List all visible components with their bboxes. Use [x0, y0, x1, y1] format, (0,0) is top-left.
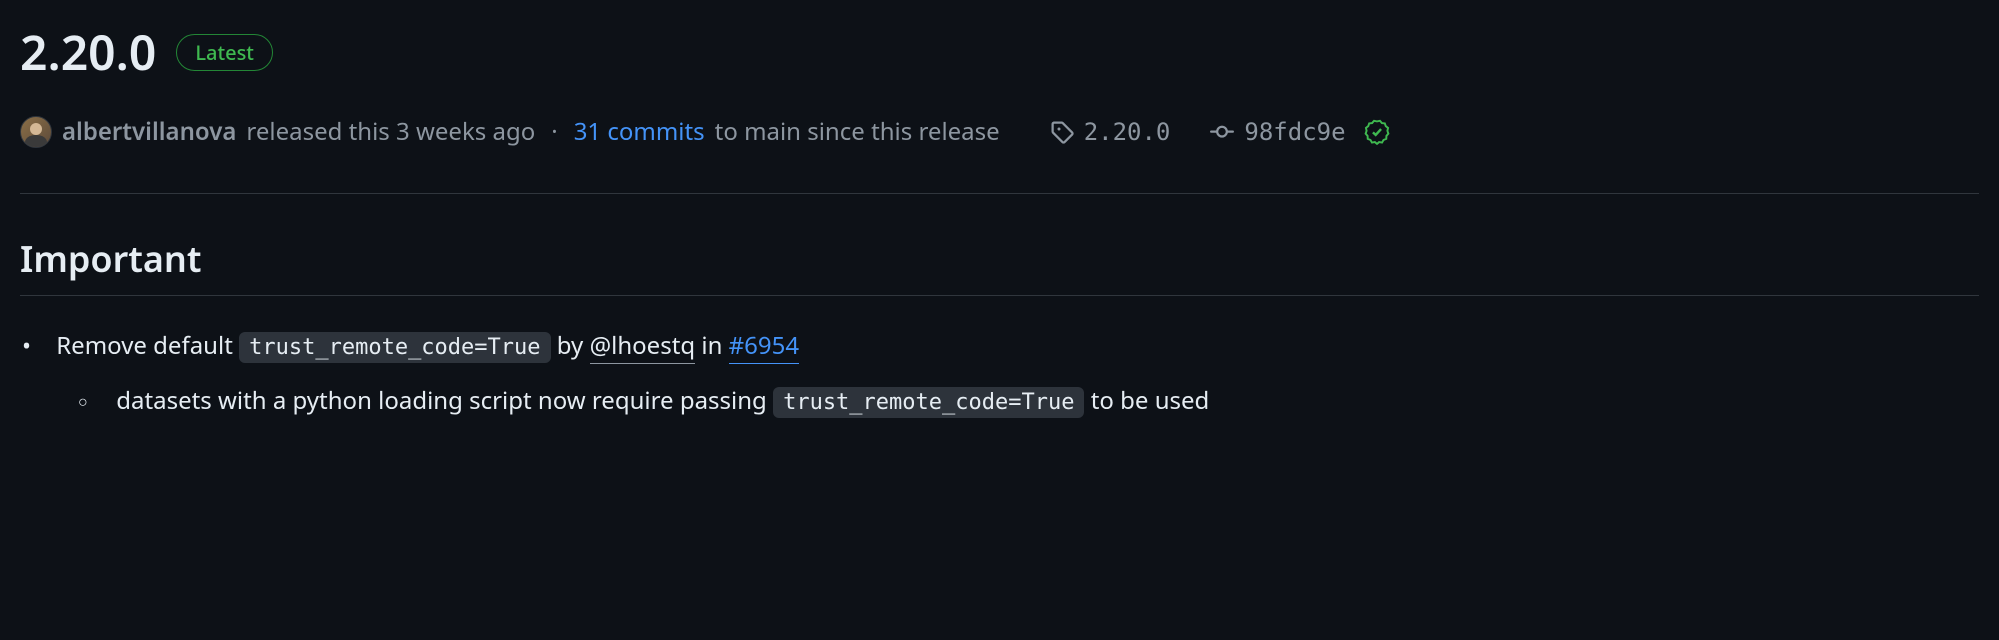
- author-username[interactable]: albertvillanova: [62, 115, 236, 148]
- commits-suffix: to main since this release: [715, 115, 1000, 148]
- inline-code: trust_remote_code=True: [239, 332, 550, 363]
- commit-hash: 98fdc9e: [1244, 118, 1345, 146]
- list-item: datasets with a python loading script no…: [110, 381, 1979, 422]
- note-text: by: [557, 329, 584, 362]
- note-text: to be used: [1091, 384, 1210, 417]
- pr-link[interactable]: #6954: [729, 329, 799, 364]
- note-text: Remove default: [56, 329, 233, 362]
- meta-separator: ·: [551, 115, 557, 148]
- release-meta: albertvillanova released this 3 weeks ag…: [20, 115, 1979, 194]
- verified-icon[interactable]: [1364, 119, 1390, 145]
- inline-code: trust_remote_code=True: [773, 387, 1084, 418]
- version-title: 2.20.0: [20, 20, 156, 85]
- user-mention[interactable]: @lhoestq: [590, 329, 696, 364]
- commit-icon: [1210, 120, 1234, 144]
- section-heading-important: Important: [20, 234, 1979, 296]
- tag-icon: [1050, 120, 1074, 144]
- release-header: 2.20.0 Latest: [20, 20, 1979, 85]
- commit-section[interactable]: 98fdc9e: [1210, 118, 1345, 146]
- released-ago-text: released this 3 weeks ago: [246, 115, 535, 148]
- avatar[interactable]: [20, 116, 52, 148]
- release-notes: Remove default trust_remote_code=True by…: [20, 326, 1979, 422]
- note-text: datasets with a python loading script no…: [116, 384, 767, 417]
- commits-link[interactable]: 31 commits: [574, 115, 705, 148]
- latest-badge: Latest: [176, 34, 273, 71]
- tag-section[interactable]: 2.20.0: [1050, 118, 1171, 146]
- note-text: in: [701, 329, 722, 362]
- list-item: Remove default trust_remote_code=True by…: [50, 326, 1979, 422]
- tag-label: 2.20.0: [1084, 118, 1171, 146]
